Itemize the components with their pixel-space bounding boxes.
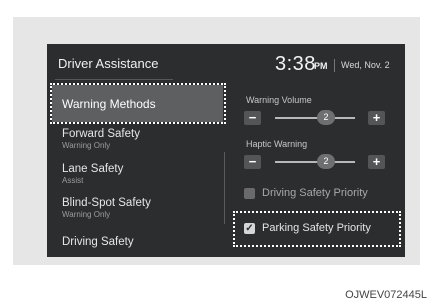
clock-ampm: PM: [314, 61, 328, 71]
warning-volume-minus-button[interactable]: −: [244, 111, 261, 125]
menu-scrollbar[interactable]: [224, 152, 225, 224]
menu-item-blind-spot-safety[interactable]: Blind-Spot Safety Warning Only: [62, 197, 151, 220]
haptic-warning-label: Haptic Warning: [246, 139, 308, 149]
warning-volume-knob[interactable]: 2: [317, 110, 335, 125]
highlight-warning-methods: [50, 83, 226, 124]
clock-time: 3:38: [275, 53, 316, 75]
figure-code: OJWEV072445L: [345, 289, 427, 301]
haptic-warning-slider[interactable]: [275, 161, 355, 163]
haptic-warning-plus-button[interactable]: +: [368, 155, 385, 169]
menu-item-label: Driving Safety: [62, 236, 134, 248]
checkbox-unchecked-icon: [244, 188, 255, 199]
menu-item-forward-safety[interactable]: Forward Safety Warning Only: [62, 128, 140, 151]
menu-item-label: Forward Safety: [62, 128, 140, 140]
infotainment-screen: Driver Assistance 3:38 PM Wed, Nov. 2 Wa…: [47, 44, 405, 257]
menu-item-label: Blind-Spot Safety: [62, 197, 151, 209]
menu-item-status: Warning Only: [62, 210, 111, 219]
menu-item-driving-safety[interactable]: Driving Safety: [62, 236, 134, 249]
menu-item-status: Warning Only: [62, 141, 111, 150]
warning-volume-slider[interactable]: [275, 117, 355, 119]
warning-volume-plus-button[interactable]: +: [368, 111, 385, 125]
clock-date: Wed, Nov. 2: [341, 60, 390, 70]
highlight-parking-safety-priority: [233, 211, 401, 247]
checkbox-label: Driving Safety Priority: [262, 187, 368, 199]
menu-item-label: Lane Safety: [62, 163, 124, 175]
haptic-warning-minus-button[interactable]: −: [244, 155, 261, 169]
page-title: Driver Assistance: [58, 56, 159, 71]
title-underline: [55, 79, 173, 80]
header-divider: [334, 59, 335, 72]
haptic-warning-knob[interactable]: 2: [317, 154, 335, 169]
warning-volume-label: Warning Volume: [246, 95, 312, 105]
menu-item-status: Assist: [62, 176, 84, 185]
menu-item-lane-safety[interactable]: Lane Safety Assist: [62, 163, 123, 186]
